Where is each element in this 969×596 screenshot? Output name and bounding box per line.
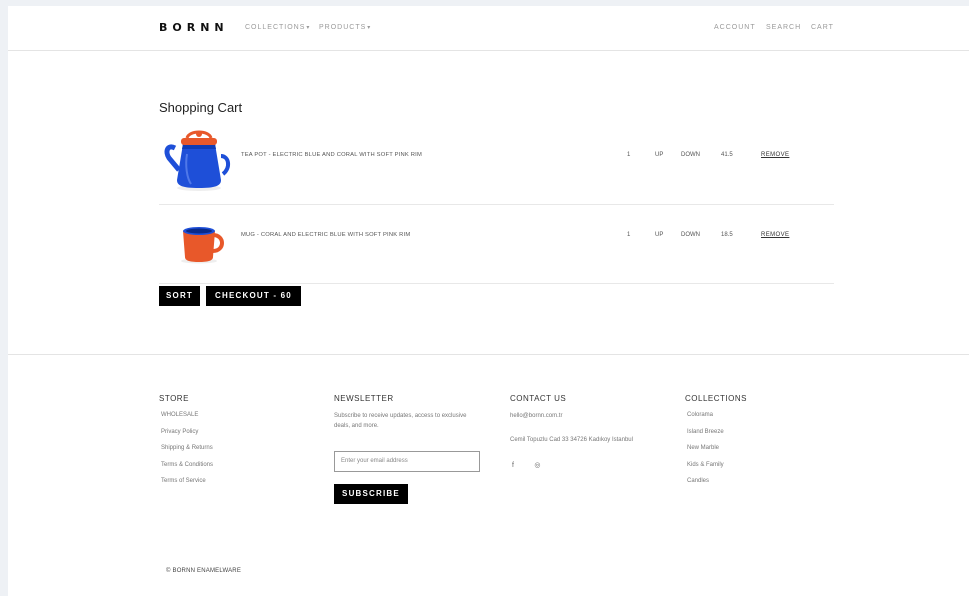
product-name[interactable]: MUG - CORAL AND ELECTRIC BLUE WITH SOFT … [241,232,410,238]
remove-button[interactable]: REMOVE [761,152,789,158]
site-header: BORNN COLLECTIONS▾ PRODUCTS▾ ACCOUNT SEA… [8,6,969,51]
nav-products[interactable]: PRODUCTS▾ [319,24,371,31]
email-field[interactable]: Enter your email address [334,451,480,472]
footer-link[interactable]: Island Breeze [685,428,747,445]
footer-link[interactable]: Colorama [685,411,747,428]
contact-email[interactable]: hello@bornn.com.tr [510,411,670,421]
footer-link[interactable]: New Marble [685,444,747,461]
page-title: Shopping Cart [159,100,243,115]
footer-link[interactable]: Kids & Family [685,461,747,478]
footer-link[interactable]: Shipping & Returns [159,444,213,461]
footer-heading: STORE [159,394,189,403]
footer-heading: COLLECTIONS [685,394,747,403]
footer-contact: CONTACT US hello@bornn.com.tr Cemil Topu… [510,394,670,472]
nav-cart[interactable]: CART [811,24,834,31]
quantity-up-button[interactable]: UP [655,232,663,238]
price: 18.5 [721,232,733,238]
footer-link[interactable]: WHOLESALE [159,411,213,428]
footer-collections: COLLECTIONS Colorama Island Breeze New M… [685,394,747,494]
contact-address: Cemil Topuzlu Cad 33 34726 Kadıkoy Istan… [510,437,633,443]
subscribe-button[interactable]: SUBSCRIBE [334,484,408,504]
footer-link[interactable]: Privacy Policy [159,428,213,445]
nav-search[interactable]: SEARCH [766,24,801,31]
footer-store: STORE WHOLESALE Privacy Policy Shipping … [159,394,213,494]
price: 41.5 [721,152,733,158]
quantity: 1 [627,232,631,238]
sort-button[interactable]: SORT [159,286,200,306]
facebook-icon[interactable]: f [510,462,514,469]
nav-collections-label: COLLECTIONS [245,24,306,31]
chevron-down-icon: ▾ [367,25,372,31]
product-name[interactable]: TEA POT - ELECTRIC BLUE AND CORAL WITH S… [241,152,422,158]
copyright: © BORNN ENAMELWARE [166,568,242,574]
chevron-down-icon: ▾ [306,25,311,31]
footer-heading: CONTACT US [510,394,567,403]
footer-link[interactable]: Candles [685,477,747,494]
nav-account[interactable]: ACCOUNT [714,24,756,31]
quantity: 1 [627,152,631,158]
footer-link[interactable]: Terms & Conditions [159,461,213,478]
cart-row: MUG - CORAL AND ELECTRIC BLUE WITH SOFT … [159,205,834,284]
checkout-button[interactable]: CHECKOUT - 60 [206,286,301,306]
quantity-up-button[interactable]: UP [655,152,663,158]
remove-button[interactable]: REMOVE [761,232,789,238]
footer-divider [8,354,969,355]
teapot-image [164,130,230,191]
nav-products-label: PRODUCTS [319,24,367,31]
quantity-down-button[interactable]: DOWN [681,152,700,158]
footer-heading: NEWSLETTER [334,394,394,403]
footer-newsletter: NEWSLETTER Subscribe to receive updates,… [334,394,469,431]
instagram-icon[interactable]: ◎ [534,462,540,469]
newsletter-description: Subscribe to receive updates, access to … [334,413,467,429]
cart-row: TEA POT - ELECTRIC BLUE AND CORAL WITH S… [159,126,834,205]
nav-collections[interactable]: COLLECTIONS▾ [245,24,310,31]
footer-link[interactable]: Terms of Service [159,477,213,494]
mug-image [181,227,224,264]
quantity-down-button[interactable]: DOWN [681,232,700,238]
logo[interactable]: BORNN [159,21,229,34]
page: BORNN COLLECTIONS▾ PRODUCTS▾ ACCOUNT SEA… [8,6,969,596]
